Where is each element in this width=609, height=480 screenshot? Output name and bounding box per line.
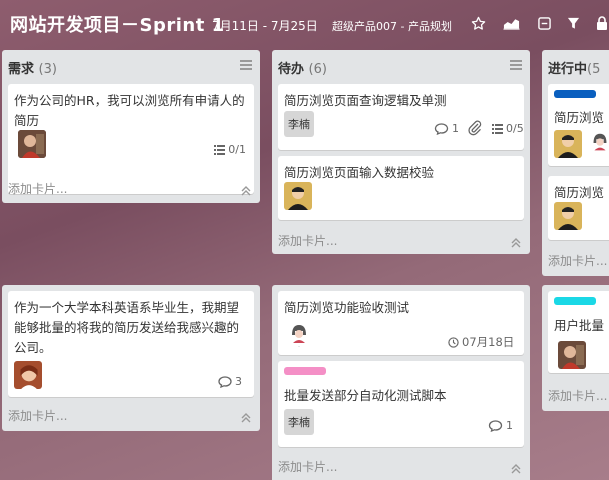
card-input-validation[interactable]: 简历浏览页面输入数据校验 xyxy=(278,156,524,220)
due-date-badge: 07月18日 xyxy=(448,334,514,350)
card-batch-send-automation[interactable]: 批量发送部分自动化测试脚本 李楠 1 xyxy=(278,361,524,447)
avatar[interactable]: · xyxy=(286,321,314,349)
card-query-logic-tests[interactable]: 简历浏览页面查询逻辑及单测 李楠 1 0/5 xyxy=(278,84,524,150)
list-requirements-continued: 作为一个大学本科英语系毕业生，我期望能够批量的将我的简历发送给我感兴趣的公司。 … xyxy=(2,285,260,431)
card-title: 简历浏览功能验收测试 xyxy=(284,300,410,315)
archive-icon[interactable] xyxy=(535,14,553,32)
lock-icon[interactable] xyxy=(593,14,609,32)
collapse-icon[interactable] xyxy=(510,234,522,248)
label-blue[interactable] xyxy=(554,90,596,98)
card-hr-browse-resumes[interactable]: 作为公司的HR，我可以浏览所有申请人的简历 0/1 xyxy=(8,84,254,194)
avatar[interactable] xyxy=(588,130,609,158)
checklist-badge: 0/5 xyxy=(492,122,524,135)
card-resume-browse-2[interactable]: 简历浏览 xyxy=(548,176,609,240)
label-pink[interactable] xyxy=(284,367,326,375)
list-todo-continued: 简历浏览功能验收测试 · 07月18日 批量发送部分自动化测试脚本 李楠 1 添… xyxy=(272,285,530,480)
avatar[interactable] xyxy=(554,130,582,158)
list-in-progress-continued: 用户批量 添加卡片... xyxy=(542,285,609,411)
list-header: 进行中(5 xyxy=(542,50,609,80)
add-card-link[interactable]: 添加卡片... xyxy=(8,407,67,424)
avatar[interactable] xyxy=(18,130,46,158)
svg-text:·: · xyxy=(298,344,299,349)
clock-icon xyxy=(448,336,459,348)
comment-icon xyxy=(488,419,503,432)
collapse-icon[interactable] xyxy=(510,460,522,474)
list-title[interactable]: 待办 (6) xyxy=(278,58,327,77)
add-card-link[interactable]: 添加卡片... xyxy=(548,252,607,269)
card-title: 简历浏览 xyxy=(554,185,605,200)
avatar[interactable] xyxy=(14,361,42,389)
list-todo: 待办 (6) 简历浏览页面查询逻辑及单测 李楠 1 0/5 简历浏览页面输入数据… xyxy=(272,50,530,254)
card-title: 批量发送部分自动化测试脚本 xyxy=(284,388,447,403)
team-name[interactable]: 超级产品007 - 产品规划 xyxy=(332,18,452,34)
collapse-icon[interactable] xyxy=(240,182,252,196)
avatar[interactable] xyxy=(554,202,582,230)
checklist-icon xyxy=(214,144,226,155)
list-in-progress: 进行中(5 简历浏览 简历浏览 添加卡片... xyxy=(542,50,609,276)
add-card-link[interactable]: 添加卡片... xyxy=(8,180,67,197)
member-chip[interactable]: 李楠 xyxy=(284,409,314,435)
checklist-badge: 0/1 xyxy=(214,143,246,156)
add-card-link[interactable]: 添加卡片... xyxy=(278,458,337,475)
card-title: 简历浏览页面查询逻辑及单测 xyxy=(284,93,447,108)
comments-badge: 1 xyxy=(488,419,513,432)
card-title: 简历浏览页面输入数据校验 xyxy=(284,165,435,180)
card-acceptance-test[interactable]: 简历浏览功能验收测试 · 07月18日 xyxy=(278,291,524,355)
member-chip[interactable]: 李楠 xyxy=(284,111,314,137)
attachment-icon xyxy=(468,120,482,136)
card-resume-browse-1[interactable]: 简历浏览 xyxy=(548,84,609,166)
star-icon[interactable] xyxy=(469,14,487,32)
avatar[interactable] xyxy=(284,182,312,210)
board-header: 网站开发项目－Sprint 1 7月11日 - 7月25日 超级产品007 - … xyxy=(0,0,609,48)
comment-icon xyxy=(218,375,232,388)
comments-badge: 3 xyxy=(218,375,242,388)
label-cyan[interactable] xyxy=(554,297,596,305)
list-header: 需求 (3) xyxy=(2,50,260,80)
chart-icon[interactable] xyxy=(502,14,520,32)
filter-icon[interactable] xyxy=(564,14,582,32)
card-title: 作为一个大学本科英语系毕业生，我期望能够批量的将我的简历发送给我感兴趣的公司。 xyxy=(14,300,240,355)
card-user-batch[interactable]: 用户批量 xyxy=(548,291,609,373)
card-batch-send-resume[interactable]: 作为一个大学本科英语系毕业生，我期望能够批量的将我的简历发送给我感兴趣的公司。 … xyxy=(8,291,254,397)
comments-badge: 1 xyxy=(434,122,459,135)
list-requirements: 需求 (3) 作为公司的HR，我可以浏览所有申请人的简历 0/1 添加卡片... xyxy=(2,50,260,203)
add-card-link[interactable]: 添加卡片... xyxy=(548,387,607,404)
add-card-link[interactable]: 添加卡片... xyxy=(278,232,337,249)
comment-icon xyxy=(434,122,449,135)
card-title: 用户批量 xyxy=(554,318,605,333)
list-menu-icon[interactable] xyxy=(240,60,252,70)
collapse-icon[interactable] xyxy=(240,409,252,423)
card-title: 简历浏览 xyxy=(554,110,605,125)
card-title: 作为公司的HR，我可以浏览所有申请人的简历 xyxy=(14,93,245,128)
list-title[interactable]: 进行中(5 xyxy=(548,58,600,77)
avatar[interactable] xyxy=(558,341,586,369)
sprint-date-range: 7月11日 - 7月25日 xyxy=(212,19,318,33)
list-header: 待办 (6) xyxy=(272,50,530,80)
checklist-icon xyxy=(492,123,503,134)
board-title[interactable]: 网站开发项目－Sprint 1 xyxy=(10,11,225,37)
list-title[interactable]: 需求 (3) xyxy=(8,58,57,77)
list-menu-icon[interactable] xyxy=(510,60,522,70)
